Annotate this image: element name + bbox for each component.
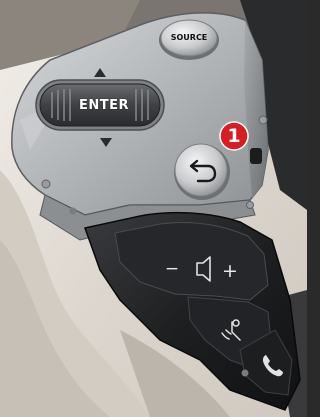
- source-label: SOURCE: [170, 33, 208, 42]
- callout-number: 1: [227, 125, 241, 147]
- screw-icon: [41, 179, 51, 189]
- screw-icon: [258, 115, 268, 125]
- enter-label: ENTER: [78, 98, 130, 113]
- steering-wheel-scene: [0, 0, 307, 417]
- volume-up-button[interactable]: +: [220, 261, 240, 281]
- side-switch: [250, 148, 262, 164]
- volume-down-button[interactable]: −: [164, 259, 180, 279]
- screw-icon: [246, 201, 254, 209]
- back-button[interactable]: [174, 143, 230, 200]
